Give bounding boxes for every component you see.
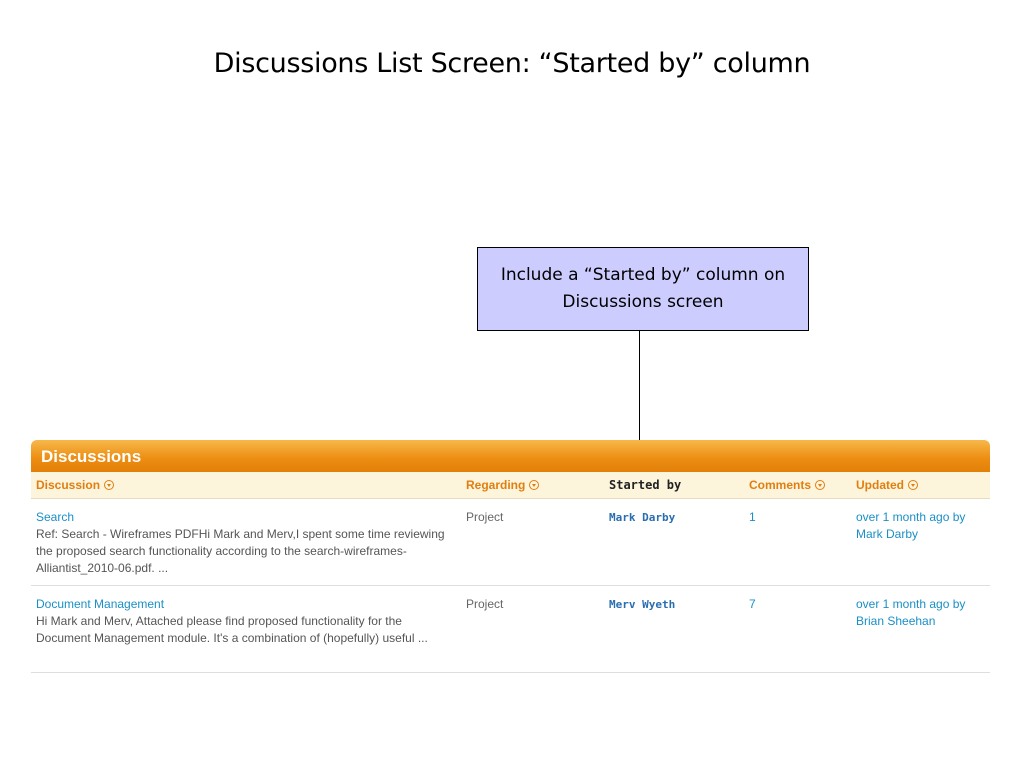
updated-by-link[interactable]: Brian Sheehan	[856, 613, 986, 630]
column-comments-label: Comments	[749, 478, 812, 492]
updated-cell: over 1 month ago by Brian Sheehan	[856, 596, 986, 630]
regarding-cell: Project	[466, 510, 504, 524]
column-regarding-label: Regarding	[466, 478, 526, 492]
sort-down-icon[interactable]	[104, 480, 115, 490]
discussion-title-link[interactable]: Document Management	[36, 596, 456, 613]
callout-arrow-line	[639, 331, 640, 445]
discussions-panel: Discussions Discussion Regarding Started…	[31, 440, 990, 673]
table-row: Search Ref: Search - Wireframes PDFHi Ma…	[31, 499, 990, 586]
table-row: Document Management Hi Mark and Merv, At…	[31, 586, 990, 673]
column-regarding[interactable]: Regarding	[466, 472, 540, 498]
column-comments[interactable]: Comments	[749, 472, 826, 498]
callout-box: Include a “Started by” column on Discuss…	[477, 247, 809, 331]
comments-count-link[interactable]: 1	[749, 509, 756, 526]
updated-cell: over 1 month ago by Mark Darby	[856, 509, 986, 543]
slide-title: Discussions List Screen: “Started by” co…	[213, 48, 811, 79]
column-started-by-label: Started by	[609, 478, 682, 492]
discussion-excerpt: Ref: Search - Wireframes PDFHi Mark and …	[36, 527, 445, 575]
updated-by-link[interactable]: Mark Darby	[856, 526, 986, 543]
panel-title: Discussions	[31, 440, 990, 472]
regarding-cell: Project	[466, 597, 504, 611]
sort-down-icon[interactable]	[815, 480, 826, 490]
column-discussion[interactable]: Discussion	[36, 472, 115, 498]
started-by-cell[interactable]: Merv Wyeth	[609, 596, 675, 613]
discussion-cell: Search Ref: Search - Wireframes PDFHi Ma…	[36, 509, 456, 577]
comments-count-link[interactable]: 7	[749, 596, 756, 613]
column-started-by[interactable]: Started by	[609, 472, 681, 498]
callout-text: Include a “Started by” column on Discuss…	[500, 265, 786, 312]
column-header-row: Discussion Regarding Started by Comments…	[31, 472, 990, 499]
column-discussion-label: Discussion	[36, 478, 101, 492]
column-updated-label: Updated	[856, 478, 904, 492]
sort-down-icon[interactable]	[529, 480, 540, 490]
discussion-excerpt: Hi Mark and Merv, Attached please find p…	[36, 614, 428, 645]
updated-time-link[interactable]: over 1 month ago by	[856, 596, 986, 613]
updated-time-link[interactable]: over 1 month ago by	[856, 509, 986, 526]
discussion-title-link[interactable]: Search	[36, 509, 456, 526]
discussion-cell: Document Management Hi Mark and Merv, At…	[36, 596, 456, 647]
started-by-cell[interactable]: Mark Darby	[609, 509, 675, 526]
sort-down-icon[interactable]	[908, 480, 918, 490]
column-updated[interactable]: Updated	[856, 472, 918, 498]
